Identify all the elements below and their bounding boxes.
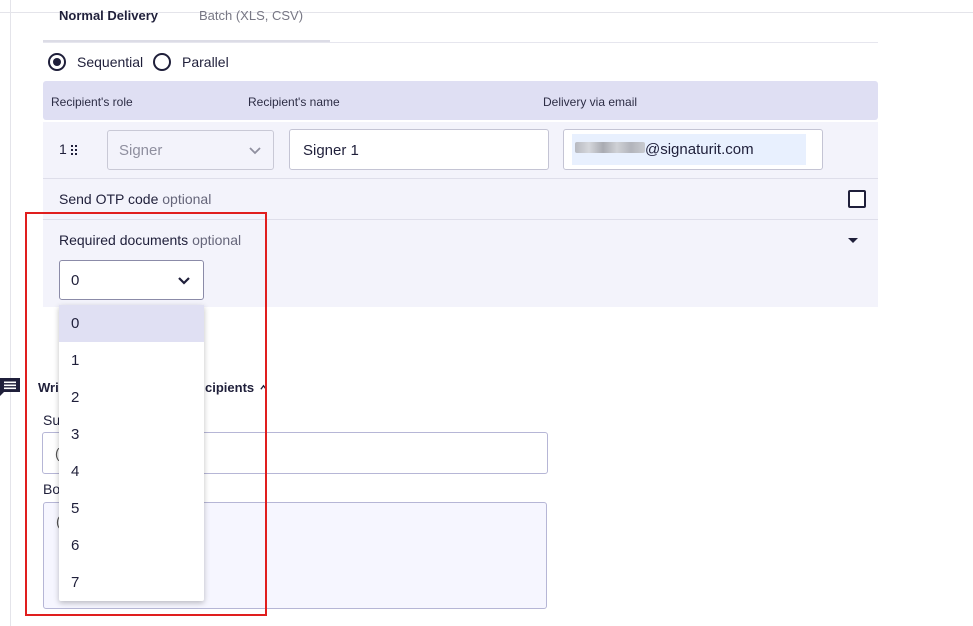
email-redacted bbox=[575, 142, 645, 153]
recipient-email-domain: @signaturit.com bbox=[645, 141, 754, 158]
recipient-email-input[interactable]: @signaturit.com bbox=[563, 129, 823, 170]
recipient-role-placeholder: Signer bbox=[119, 142, 163, 159]
radio-sequential[interactable] bbox=[48, 53, 66, 71]
highlight-box bbox=[25, 212, 267, 616]
otp-label: Send OTP code optional bbox=[59, 191, 211, 207]
recipients-table-header bbox=[43, 81, 878, 120]
tabs-divider bbox=[43, 42, 878, 43]
recipient-name-value: Signer 1 bbox=[303, 142, 359, 159]
chevron-down-icon bbox=[249, 147, 261, 155]
otp-optional-text: optional bbox=[162, 191, 212, 207]
recipient-name-input[interactable]: Signer 1 bbox=[289, 129, 549, 170]
tab-normal-delivery[interactable]: Normal Delivery bbox=[59, 8, 158, 23]
otp-label-text: Send OTP code bbox=[59, 191, 159, 207]
header-delivery-email: Delivery via email bbox=[543, 95, 638, 109]
recipient-role-select[interactable]: Signer bbox=[107, 130, 274, 170]
row-divider bbox=[43, 178, 878, 179]
caret-down-icon[interactable] bbox=[848, 238, 858, 243]
radio-parallel[interactable] bbox=[153, 53, 171, 71]
drag-handle-icon[interactable] bbox=[71, 145, 79, 156]
otp-checkbox[interactable] bbox=[848, 190, 866, 208]
comment-icon[interactable] bbox=[0, 378, 20, 396]
recipient-index: 1 bbox=[59, 141, 67, 157]
left-divider bbox=[10, 0, 11, 626]
radio-parallel-label[interactable]: Parallel bbox=[182, 54, 229, 70]
tab-batch[interactable]: Batch (XLS, CSV) bbox=[199, 8, 303, 23]
radio-sequential-label[interactable]: Sequential bbox=[77, 54, 143, 70]
header-recipient-name: Recipient's name bbox=[248, 95, 340, 109]
header-recipient-role: Recipient's role bbox=[51, 95, 133, 109]
